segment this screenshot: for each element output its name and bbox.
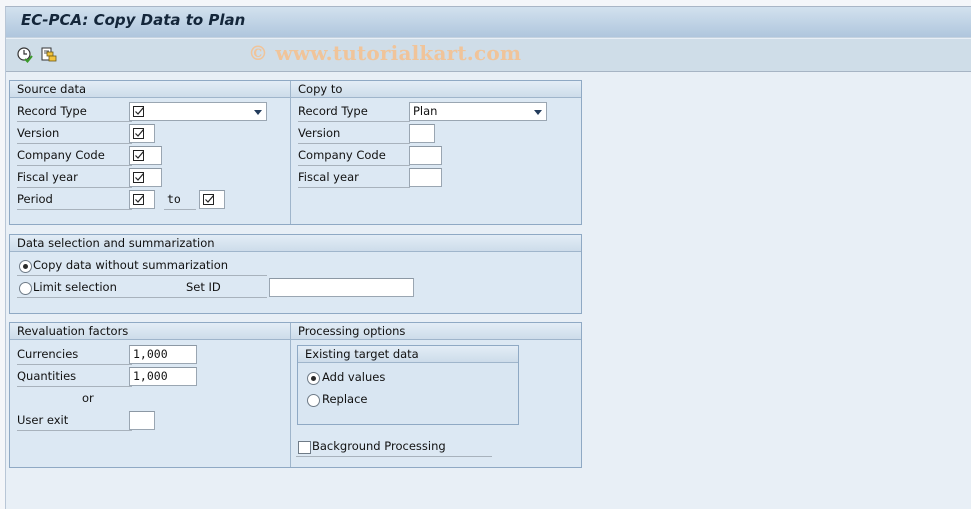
- add-values-label[interactable]: Add values: [322, 368, 385, 388]
- data-selection-group: Data selection and summarization Copy da…: [9, 234, 582, 314]
- processing-options-header: Processing options: [290, 323, 581, 340]
- required-entry-icon: [203, 194, 214, 205]
- copy-without-summarization-label[interactable]: Copy data without summarization: [17, 256, 267, 276]
- or-label: or: [82, 391, 94, 405]
- revaluation-processing-group: Revaluation factors Processing options C…: [9, 322, 582, 468]
- title-bar: EC-PCA: Copy Data to Plan: [6, 7, 971, 38]
- source-period-to-input[interactable]: [199, 190, 225, 209]
- column-divider: [290, 98, 291, 224]
- source-copy-group: Source data Copy to Record Type Version …: [9, 80, 582, 225]
- target-record-type-label: Record Type: [298, 102, 410, 122]
- source-period-from-input[interactable]: [129, 190, 155, 209]
- limit-selection-label[interactable]: Limit selection: [17, 278, 267, 298]
- source-company-code-input[interactable]: [129, 146, 162, 165]
- application-toolbar: © www.tutorialkart.com: [6, 39, 971, 72]
- user-exit-input[interactable]: [129, 411, 155, 430]
- source-period-label: Period: [17, 190, 132, 210]
- page-title: EC-PCA: Copy Data to Plan: [21, 11, 246, 29]
- replace-radio[interactable]: [307, 394, 320, 407]
- required-entry-icon: [133, 194, 144, 205]
- source-record-type-label: Record Type: [17, 102, 132, 122]
- add-values-radio[interactable]: [307, 372, 320, 385]
- currencies-label: Currencies: [17, 345, 132, 365]
- copy-to-header: Copy to: [290, 81, 581, 98]
- target-company-code-label: Company Code: [298, 146, 410, 166]
- source-fiscal-year-input[interactable]: [129, 168, 162, 187]
- replace-label[interactable]: Replace: [322, 390, 368, 410]
- chevron-down-icon[interactable]: [534, 110, 542, 115]
- target-version-label: Version: [298, 124, 410, 144]
- watermark-text: © www.tutorialkart.com: [248, 41, 522, 65]
- period-to-label: to: [164, 190, 196, 210]
- set-id-input[interactable]: [269, 278, 414, 297]
- required-entry-icon: [133, 128, 144, 139]
- source-data-header: Source data: [10, 81, 290, 98]
- revaluation-factors-header: Revaluation factors: [10, 323, 290, 340]
- target-company-code-input[interactable]: [409, 146, 442, 165]
- source-fiscal-year-label: Fiscal year: [17, 168, 132, 188]
- background-processing-label[interactable]: Background Processing: [296, 437, 492, 457]
- set-id-label: Set ID: [186, 280, 221, 294]
- required-entry-icon: [133, 172, 144, 183]
- source-company-code-label: Company Code: [17, 146, 132, 166]
- source-version-label: Version: [17, 124, 132, 144]
- sap-window: EC-PCA: Copy Data to Plan © www.tutorial…: [5, 6, 971, 509]
- existing-target-data-header: Existing target data: [298, 346, 518, 363]
- target-record-type-value: Plan: [413, 104, 438, 118]
- quantities-label: Quantities: [17, 367, 132, 387]
- target-record-type-dropdown[interactable]: Plan: [409, 102, 547, 121]
- existing-target-data-group: Existing target data Add values Replace: [297, 345, 519, 425]
- source-record-type-dropdown[interactable]: [129, 102, 267, 121]
- chevron-down-icon[interactable]: [254, 110, 262, 115]
- target-fiscal-year-input[interactable]: [409, 168, 442, 187]
- quantities-input[interactable]: 1,000: [129, 367, 197, 386]
- copy-objects-icon[interactable]: [40, 46, 58, 64]
- column-divider: [290, 340, 291, 467]
- execute-in-background-icon[interactable]: [16, 46, 34, 64]
- required-entry-icon: [133, 150, 144, 161]
- target-fiscal-year-label: Fiscal year: [298, 168, 410, 188]
- currencies-input[interactable]: 1,000: [129, 345, 197, 364]
- target-version-input[interactable]: [409, 124, 435, 143]
- data-selection-header: Data selection and summarization: [10, 235, 581, 252]
- required-entry-icon: [133, 106, 144, 117]
- source-version-input[interactable]: [129, 124, 155, 143]
- user-exit-label: User exit: [17, 411, 132, 431]
